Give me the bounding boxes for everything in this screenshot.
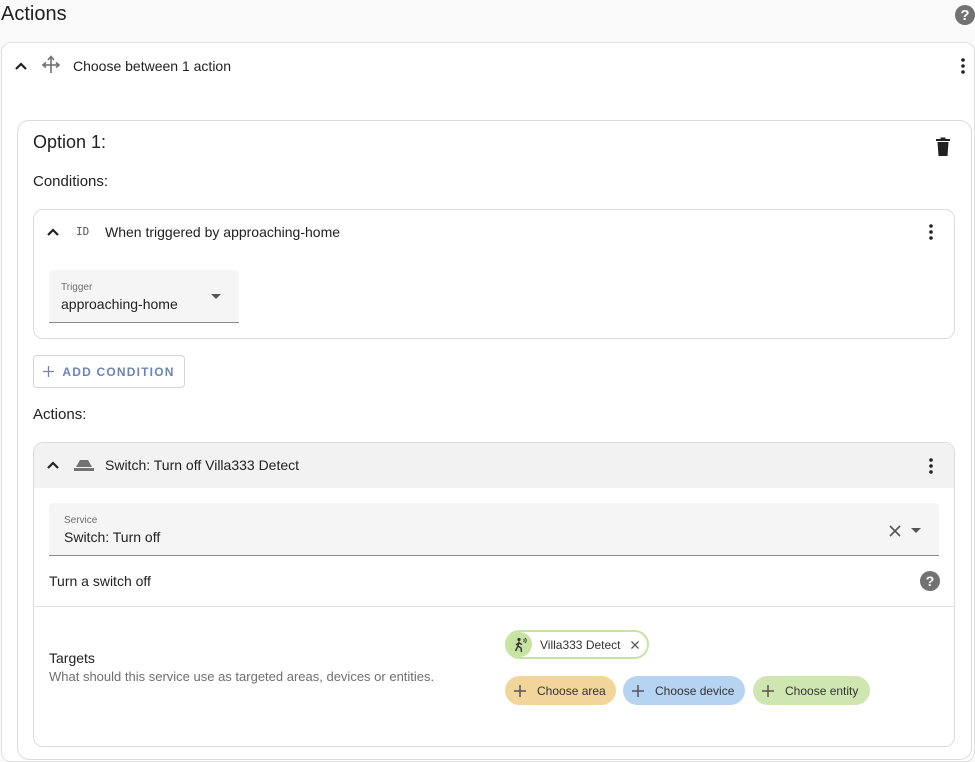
arrow-decision-icon bbox=[40, 54, 62, 76]
trigger-value: approaching-home bbox=[61, 296, 178, 312]
option-title: Option 1: bbox=[33, 132, 107, 152]
targets-description: What should this service use as targeted… bbox=[49, 669, 435, 684]
choose-title: Choose between 1 action bbox=[73, 58, 231, 74]
service-description: Turn a switch off bbox=[49, 573, 151, 589]
choose-area-button[interactable]: Choose area bbox=[505, 676, 616, 705]
dropdown-arrow-icon bbox=[211, 294, 221, 300]
action-title: Switch: Turn off Villa333 Detect bbox=[105, 457, 300, 473]
trigger-id-icon: ID bbox=[76, 225, 90, 238]
chevron-up-icon[interactable] bbox=[13, 58, 29, 74]
choose-entity-label: Choose entity bbox=[785, 683, 859, 698]
target-chip-label: Villa333 Detect bbox=[540, 637, 621, 652]
service-label: Service bbox=[64, 515, 98, 526]
kebab-menu-icon[interactable] bbox=[953, 56, 973, 76]
plus-icon bbox=[513, 684, 527, 698]
targets-title: Targets bbox=[49, 650, 95, 666]
service-select[interactable]: Service Switch: Turn off bbox=[49, 503, 939, 556]
page-title: Actions bbox=[1, 3, 67, 25]
plus-icon bbox=[761, 684, 775, 698]
add-condition-label: ADD CONDITION bbox=[62, 364, 175, 379]
chevron-up-icon[interactable] bbox=[45, 457, 61, 473]
chevron-up-icon[interactable] bbox=[45, 224, 61, 240]
close-icon[interactable] bbox=[630, 640, 639, 649]
dropdown-arrow-icon[interactable] bbox=[911, 528, 921, 534]
condition-title: When triggered by approaching-home bbox=[105, 224, 341, 240]
add-condition-button[interactable]: ADD CONDITION bbox=[33, 355, 185, 388]
plus-icon bbox=[43, 366, 55, 377]
target-chip-entity[interactable]: Villa333 Detect bbox=[505, 630, 649, 659]
plus-icon bbox=[631, 684, 645, 698]
help-icon[interactable]: ? bbox=[955, 5, 975, 25]
trigger-label: Trigger bbox=[61, 282, 93, 293]
choose-device-button[interactable]: Choose device bbox=[623, 676, 745, 705]
trash-icon[interactable] bbox=[935, 137, 951, 157]
kebab-menu-icon[interactable] bbox=[921, 222, 941, 242]
help-icon[interactable]: ? bbox=[920, 571, 940, 591]
trigger-select[interactable]: Trigger approaching-home bbox=[49, 270, 239, 323]
conditions-label: Conditions: bbox=[33, 173, 109, 190]
choose-device-label: Choose device bbox=[655, 683, 735, 698]
service-value: Switch: Turn off bbox=[64, 529, 161, 545]
toggle-switch-off-icon bbox=[73, 458, 95, 472]
kebab-menu-icon[interactable] bbox=[921, 456, 941, 476]
divider bbox=[34, 606, 954, 607]
clear-icon[interactable] bbox=[889, 525, 901, 537]
motion-sensor-icon bbox=[507, 632, 532, 657]
choose-entity-button[interactable]: Choose entity bbox=[753, 676, 870, 705]
actions-label: Actions: bbox=[33, 406, 87, 423]
choose-area-label: Choose area bbox=[537, 683, 606, 698]
